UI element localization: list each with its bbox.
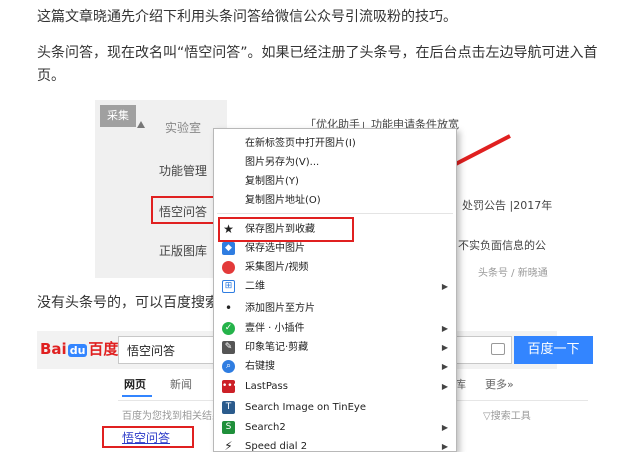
context-menu: 在新标签页中打开图片(I) 图片另存为(V)... 复制图片(Y) 复制图片地址… — [213, 128, 457, 452]
active-tab-underline — [122, 395, 152, 397]
sidebar-item-lab[interactable]: 实验室 — [165, 119, 201, 136]
sidebar-item-gallery[interactable]: 正版图库 — [159, 242, 207, 259]
submenu-arrow-icon: ▶ — [441, 282, 448, 291]
flask-icon — [137, 121, 145, 128]
baidu-logo-text2: 百度 — [88, 340, 119, 358]
tab-more[interactable]: 更多» — [485, 376, 514, 392]
tab-web[interactable]: 网页 — [124, 376, 146, 392]
sidebar-item-wukong[interactable]: 悟空问答 — [159, 203, 207, 220]
search-icon: ⌕ — [222, 360, 235, 373]
menu-item-add-to-card[interactable]: • 添加图片至方片 — [214, 299, 456, 318]
submenu-arrow-icon: ▶ — [441, 423, 448, 432]
baidu-logo-text: Bai — [40, 340, 67, 358]
search-input-value: 悟空问答 — [127, 344, 176, 358]
paragraph-no-account: 没有头条号的，可以百度搜索 — [37, 295, 219, 311]
notice-negative-info[interactable]: 不实负面信息的公 — [458, 237, 546, 253]
search2-icon: S — [222, 421, 235, 434]
evernote-icon: ✎ — [222, 341, 235, 354]
yiban-icon: ✓ — [222, 322, 235, 335]
menu-item-yiban[interactable]: ✓ 壹伴 · 小插件 ▶ — [214, 319, 456, 338]
menu-item-copy-image-address[interactable]: 复制图片地址(O) — [214, 191, 456, 210]
filter-icon: ▽ — [483, 411, 491, 422]
result-count-hint: 百度为您找到相关结果 — [122, 411, 222, 422]
menu-item-copy-image[interactable]: 复制图片(Y) — [214, 172, 456, 191]
result-link-wukong[interactable]: 悟空问答 — [122, 429, 170, 446]
menu-item-tineye[interactable]: T Search Image on TinEye — [214, 398, 456, 417]
submenu-arrow-icon: ▶ — [441, 382, 448, 391]
paw-icon: du — [67, 344, 88, 357]
menu-item-right-search[interactable]: ⌕ 右键搜 ▶ — [214, 357, 456, 376]
search-tools-link[interactable]: ▽搜索工具 — [483, 407, 531, 422]
menu-separator — [217, 213, 453, 214]
highlight-box-save-favorites — [218, 217, 354, 242]
menu-item-qr[interactable]: ⊞ 二维 ▶ — [214, 277, 456, 296]
collect-icon — [222, 261, 235, 274]
baidu-search-button[interactable]: 百度一下 — [514, 336, 593, 364]
submenu-arrow-icon: ▶ — [441, 324, 448, 333]
lastpass-icon: ••• — [222, 380, 238, 393]
camera-icon[interactable] — [491, 343, 505, 355]
watermark-caption: 头条号 / 新晓通 — [478, 268, 548, 278]
baidu-logo: Bai du 百度 — [40, 338, 118, 359]
save-selected-icon: ◆ — [222, 242, 235, 255]
submenu-arrow-icon: ▶ — [441, 343, 448, 352]
collect-badge[interactable]: 采集 — [100, 105, 136, 127]
tineye-icon: T — [222, 401, 235, 414]
menu-item-search2[interactable]: S Search2 ▶ — [214, 418, 456, 437]
dot-icon: • — [224, 301, 233, 315]
paragraph-wukong-line1: 头条问答，现在改名叫“悟空问答”。如果已经注册了头条号，在后台点击左边导航可进入… — [37, 45, 598, 61]
sidebar-item-feature-manage[interactable]: 功能管理 — [159, 162, 207, 179]
paragraph-intro: 这篇文章晓通先介绍下利用头条问答给微信公众号引流吸粉的技巧。 — [37, 9, 457, 25]
menu-item-lastpass[interactable]: ••• LastPass ▶ — [214, 377, 456, 396]
speed-dial-icon: ⚡ — [224, 439, 233, 452]
tab-news[interactable]: 新闻 — [170, 376, 192, 392]
qr-code-icon: ⊞ — [222, 280, 235, 293]
menu-item-save-image-as[interactable]: 图片另存为(V)... — [214, 153, 456, 172]
menu-item-collect-media[interactable]: 采集图片/视频 — [214, 258, 456, 277]
search-tools-label: 搜索工具 — [490, 411, 531, 422]
submenu-arrow-icon: ▶ — [441, 362, 448, 371]
paragraph-wukong-line2: 页。 — [37, 68, 65, 84]
menu-item-evernote[interactable]: ✎ 印象笔记·剪藏 ▶ — [214, 338, 456, 357]
menu-item-open-image-new-tab[interactable]: 在新标签页中打开图片(I) — [214, 134, 456, 153]
